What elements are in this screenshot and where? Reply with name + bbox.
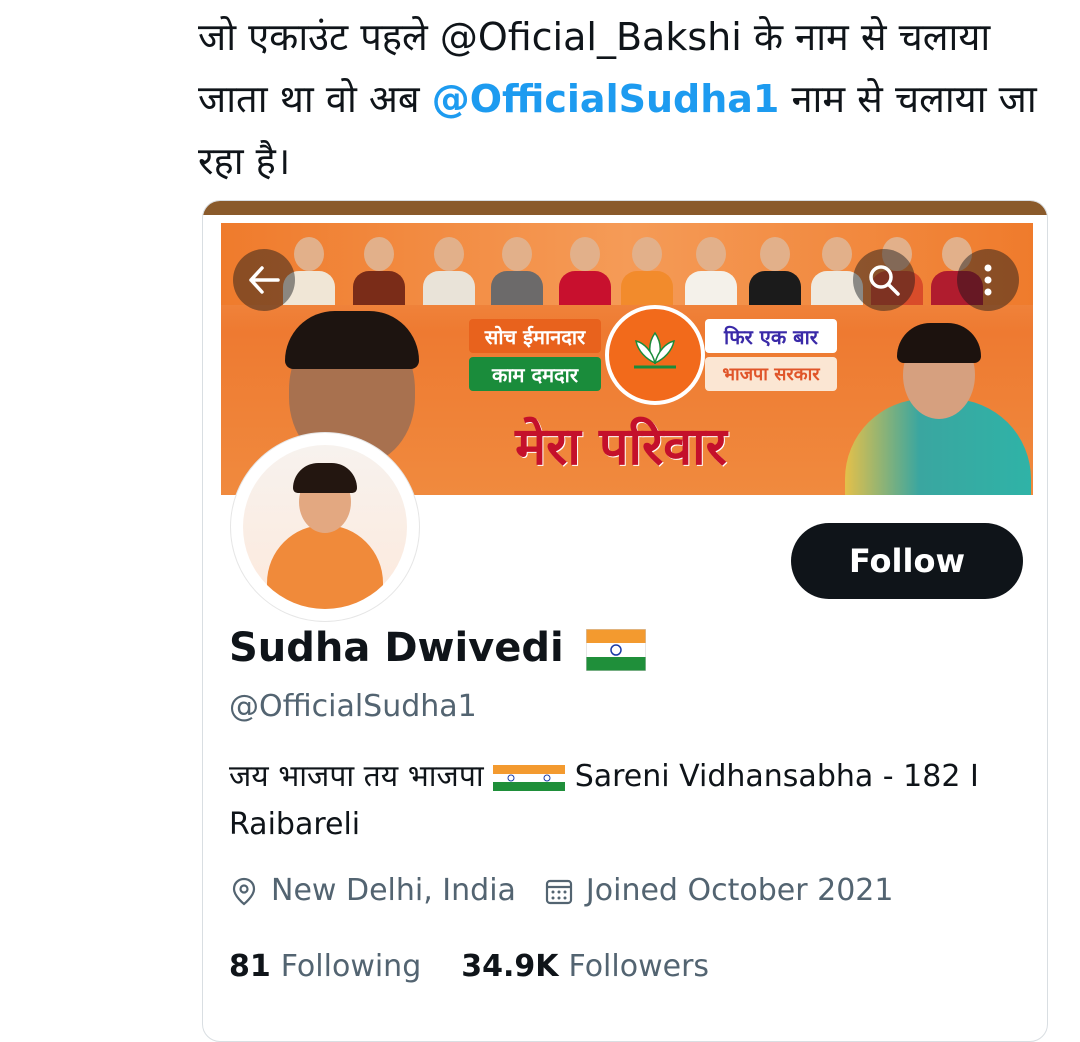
profile-stats: 81 Following 34.9K Followers (229, 949, 749, 984)
india-flag-icon (585, 629, 646, 671)
banner-slogan-left-bottom: काम दमदार (469, 357, 601, 391)
followers-count[interactable]: 34.9K (461, 949, 558, 984)
india-flag-icon (493, 764, 530, 791)
profile-joined-date: Joined October 2021 (585, 873, 894, 908)
calendar-icon (545, 879, 573, 904)
leader-portrait (683, 229, 739, 305)
display-name-row: Sudha Dwivedi (229, 625, 646, 671)
following-count[interactable]: 81 (229, 949, 271, 984)
more-button[interactable] (957, 249, 1019, 311)
party-logo (605, 305, 705, 405)
location-pin-icon (232, 877, 256, 905)
leader-portrait (351, 229, 407, 305)
avatar[interactable] (231, 433, 419, 621)
search-button[interactable] (853, 249, 915, 311)
leader-portrait (619, 229, 675, 305)
bio-text-hindi: जय भाजपा तय भाजपा (229, 759, 494, 794)
follow-button[interactable]: Follow (791, 523, 1023, 599)
lotus-icon (634, 331, 676, 369)
banner-slogan-right-top: फिर एक बार (705, 319, 837, 353)
profile-handle: @OfficialSudha1 (229, 689, 477, 724)
display-name: Sudha Dwivedi (229, 625, 564, 671)
profile-bio: जय भाजपा तय भाजपा Sareni Vidhansabha - 1… (229, 753, 1009, 849)
more-vertical-icon (984, 264, 992, 296)
banner-slogan-left-top: सोच ईमानदार (469, 319, 601, 353)
india-flag-icon (529, 764, 566, 791)
leader-portrait (421, 229, 477, 305)
search-icon (869, 265, 900, 296)
tweet-text: जो एकाउंट पहले @Oficial_Bakshi के नाम से… (198, 6, 1048, 192)
leader-portrait (557, 229, 613, 305)
card-top-bar (203, 201, 1047, 215)
mention-link[interactable]: @OfficialSudha1 (432, 77, 780, 121)
profile-card[interactable]: सोच ईमानदार काम दमदार फिर एक बार भाजपा स… (202, 200, 1048, 1042)
profile-meta: New Delhi, India Joined October 2021 (229, 873, 893, 908)
profile-location: New Delhi, India (271, 873, 516, 908)
leader-portrait (489, 229, 545, 305)
back-arrow-icon (249, 266, 280, 294)
followers-label[interactable]: Followers (569, 949, 710, 984)
banner-slogan-right-bottom: भाजपा सरकार (705, 357, 837, 391)
back-button[interactable] (233, 249, 295, 311)
following-label[interactable]: Following (281, 949, 422, 984)
banner-woman-photo (845, 319, 1031, 495)
banner-title: मेरा परिवार (515, 417, 727, 477)
leader-portrait (747, 229, 803, 305)
